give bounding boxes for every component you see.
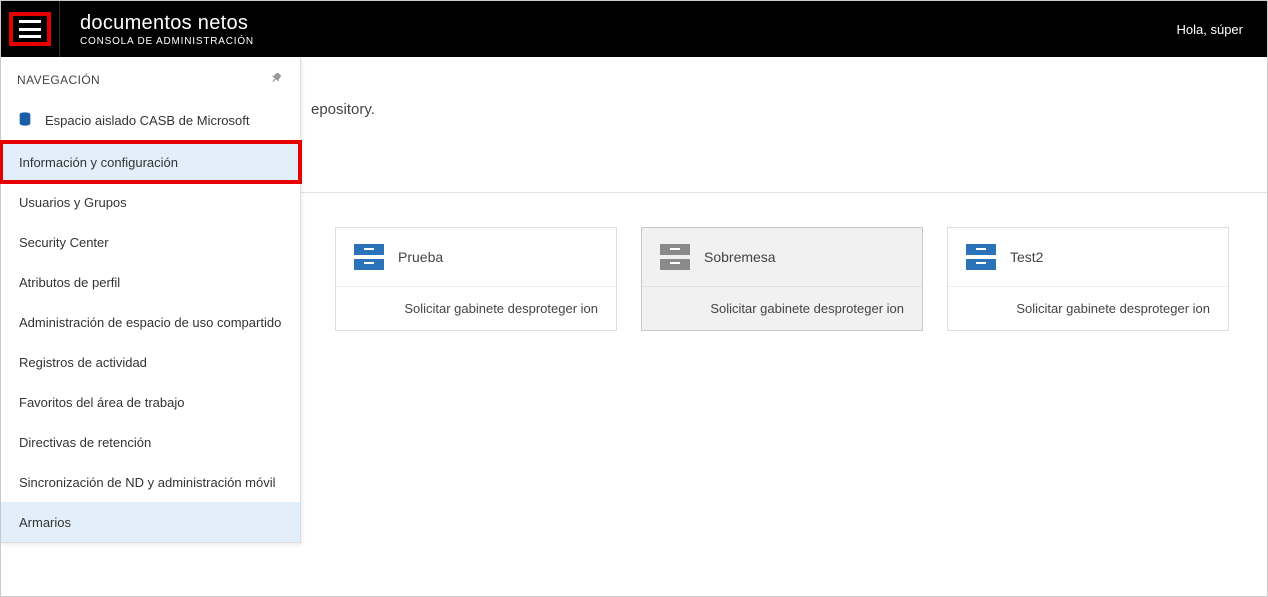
nav-item-shared-space-admin[interactable]: Administración de espacio de uso compart… [1, 302, 300, 342]
nav-item-label: Favoritos del área de trabajo [19, 395, 184, 410]
nav-item-workspace-favorites[interactable]: Favoritos del área de trabajo [1, 382, 300, 422]
user-greeting[interactable]: Hola, súper [1177, 22, 1243, 37]
nav-item-security-center[interactable]: Security Center [1, 222, 300, 262]
nav-item-profile-attributes[interactable]: Atributos de perfil [1, 262, 300, 302]
nav-item-label: Información y configuración [19, 155, 178, 170]
nav-item-label: Registros de actividad [19, 355, 147, 370]
pin-icon[interactable] [268, 71, 284, 88]
cabinet-card-title: Sobremesa [704, 249, 776, 265]
database-icon [17, 111, 33, 130]
cabinet-icon [354, 244, 384, 270]
nav-item-label: Directivas de retención [19, 435, 151, 450]
nav-item-label: Espacio aislado CASB de Microsoft [45, 113, 249, 128]
cabinet-card-sobremesa[interactable]: Sobremesa Solicitar gabinete desproteger… [641, 227, 923, 331]
nav-item-users-groups[interactable]: Usuarios y Grupos [1, 182, 300, 222]
nav-item-label: Usuarios y Grupos [19, 195, 127, 210]
nav-item-nd-sync-mobile[interactable]: Sincronización de ND y administración mó… [1, 462, 300, 502]
nav-item-label: Armarios [19, 515, 71, 530]
nav-item-label: Administración de espacio de uso compart… [19, 315, 281, 330]
navigation-sidebar: NAVEGACIÓN Espacio aislado CASB de Micro… [1, 57, 301, 543]
hamburger-button[interactable] [9, 12, 51, 46]
nav-item-label: Security Center [19, 235, 109, 250]
hamburger-container [1, 1, 60, 57]
app-subtitle: CONSOLA DE ADMINISTRACIÓN [80, 36, 254, 47]
cabinet-card-header: Test2 [948, 228, 1228, 286]
cabinet-card-action[interactable]: Solicitar gabinete desproteger ion [336, 286, 616, 330]
hamburger-icon [19, 20, 41, 38]
cabinet-icon [966, 244, 996, 270]
cabinet-card-header: Prueba [336, 228, 616, 286]
cabinet-card-title: Test2 [1010, 249, 1043, 265]
cabinet-card-action[interactable]: Solicitar gabinete desproteger ion [948, 286, 1228, 330]
nav-item-info-config[interactable]: Información y configuración [1, 142, 300, 182]
cabinet-card-header: Sobremesa [642, 228, 922, 286]
nav-item-activity-logs[interactable]: Registros de actividad [1, 342, 300, 382]
nav-item-label: Atributos de perfil [19, 275, 120, 290]
nav-item-label: Sincronización de ND y administración mó… [19, 475, 276, 490]
cabinet-card-prueba[interactable]: Prueba Solicitar gabinete desproteger io… [335, 227, 617, 331]
nav-item-retention-policies[interactable]: Directivas de retención [1, 422, 300, 462]
cabinet-card-test2[interactable]: Test2 Solicitar gabinete desproteger ion [947, 227, 1229, 331]
nav-item-casb[interactable]: Espacio aislado CASB de Microsoft [1, 98, 300, 142]
nav-header: NAVEGACIÓN [1, 57, 300, 98]
cabinet-icon [660, 244, 690, 270]
nav-item-cabinets[interactable]: Armarios [1, 502, 300, 542]
nav-heading: NAVEGACIÓN [17, 73, 100, 87]
app-title: documentos netos [80, 12, 254, 35]
cabinet-card-title: Prueba [398, 249, 443, 265]
app-header: documentos netos CONSOLA DE ADMINISTRACI… [1, 1, 1267, 57]
brand-block: documentos netos CONSOLA DE ADMINISTRACI… [80, 12, 254, 47]
cabinet-card-action[interactable]: Solicitar gabinete desproteger ion [642, 286, 922, 330]
